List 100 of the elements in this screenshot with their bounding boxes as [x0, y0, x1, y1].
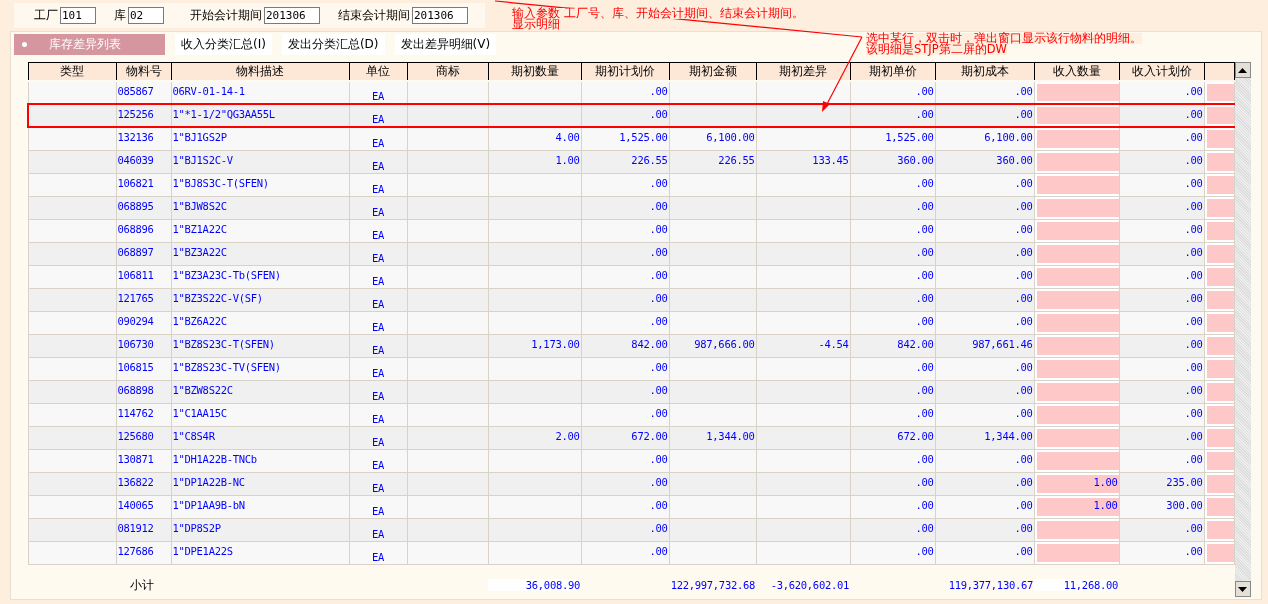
table-row[interactable]: 106821 1"BJ8S3C-T(SFEN) EA .00 .00 .00 .00 — [28, 173, 1234, 196]
field-label: 开始会计期间 — [190, 7, 262, 24]
column-header[interactable]: 期初单价 — [850, 62, 935, 81]
table-row[interactable]: 114762 1"C1AA15C EA .00 .00 .00 .00 — [28, 403, 1234, 426]
column-header[interactable]: 物料号 — [116, 62, 171, 81]
table-cell: 4.00 — [488, 127, 581, 150]
table-cell: 06RV-01-14-1 — [171, 81, 349, 104]
table-cell: 1"BZ6A22C — [171, 311, 349, 334]
field-label: 结束会计期间 — [338, 7, 410, 24]
table-cell: 121765 — [116, 288, 171, 311]
input-field[interactable]: 201306 — [412, 7, 468, 24]
table-cell: 125680 — [116, 426, 171, 449]
table-cell: .00 — [935, 403, 1034, 426]
column-header[interactable]: 期初计划价 — [581, 62, 669, 81]
table-cell: .00 — [1119, 334, 1204, 357]
table-cell: .00 — [1119, 380, 1204, 403]
column-header[interactable]: 收入计划价 — [1119, 62, 1204, 81]
table-cell: .00 — [850, 495, 935, 518]
column-header[interactable]: 商标 — [407, 62, 488, 81]
table-cell: 106821 — [116, 173, 171, 196]
table-row[interactable]: 081912 1"DP8S2P EA .00 .00 .00 .00 — [28, 518, 1234, 541]
table-row[interactable]: 090294 1"BZ6A22C EA .00 .00 .00 .00 — [28, 311, 1234, 334]
column-header[interactable]: 收入数量 — [1034, 62, 1119, 81]
table-cell: 672.00 — [581, 426, 669, 449]
column-header[interactable] — [1204, 62, 1234, 81]
table-row[interactable]: 068897 1"BZ3A22C EA .00 .00 .00 .00 — [28, 242, 1234, 265]
table-cell: .00 — [850, 472, 935, 495]
table-cell: 085867 — [116, 81, 171, 104]
tab[interactable]: 收入分类汇总(I) — [175, 34, 272, 55]
table-row[interactable]: 106730 1"BZ8S23C-T(SFEN) EA 1,173.00 842.00 987,666.00 -4.54 842.00 987,661.46 .00 — [28, 334, 1234, 357]
table-cell: EA — [349, 242, 407, 265]
table-cell: .00 — [581, 288, 669, 311]
table-row[interactable]: 068896 1"BZ1A22C EA .00 .00 .00 .00 — [28, 219, 1234, 242]
table-cell: EA — [349, 311, 407, 334]
column-header[interactable]: 物料描述 — [171, 62, 349, 81]
column-header[interactable]: 期初金额 — [669, 62, 756, 81]
table-cell: .00 — [935, 518, 1034, 541]
table-cell: .00 — [850, 196, 935, 219]
total-value: 11,268.00 — [1034, 579, 1118, 592]
total-value: -3,620,602.01 — [770, 579, 849, 592]
table-row[interactable]: 121765 1"BZ3S22C-V(SF) EA .00 .00 .00 .00 — [28, 288, 1234, 311]
table-cell: 1"C1AA15C — [171, 403, 349, 426]
tab[interactable]: 发出差异明细(V) — [394, 34, 497, 55]
table-row[interactable]: 132136 1"BJ1GS2P EA 4.00 1,525.00 6,100.00 1,525.00 6,100.00 .00 — [28, 127, 1234, 150]
table-cell: 132136 — [116, 127, 171, 150]
table-cell: .00 — [850, 219, 935, 242]
column-header[interactable]: 期初成本 — [935, 62, 1034, 81]
table-cell: 106815 — [116, 357, 171, 380]
table-cell: 106811 — [116, 265, 171, 288]
table-cell: 1,344.00 — [669, 426, 756, 449]
table-cell: .00 — [935, 311, 1034, 334]
bullet-icon — [22, 42, 27, 47]
table-cell: 1"BJ1S2C-V — [171, 150, 349, 173]
table-cell: 1"DPE1A22S — [171, 541, 349, 564]
column-header[interactable]: 期初差异 — [756, 62, 850, 81]
table-cell: 1.00 — [488, 150, 581, 173]
scroll-down-button[interactable] — [1234, 581, 1251, 597]
annotation-text: 该明细是STJP第二屏的DW — [866, 44, 1007, 55]
input-field[interactable]: 02 — [128, 7, 164, 24]
table-cell: .00 — [1119, 541, 1204, 564]
table-row[interactable]: 127686 1"DPE1A22S EA .00 .00 .00 .00 — [28, 541, 1234, 564]
table-cell: .00 — [935, 357, 1034, 380]
table-cell: 081912 — [116, 518, 171, 541]
table-cell: 1"C8S4R — [171, 426, 349, 449]
table-cell: .00 — [581, 495, 669, 518]
tab[interactable]: 发出分类汇总(D) — [281, 34, 385, 55]
input-field[interactable]: 101 — [60, 7, 96, 24]
table-row[interactable]: 125256 1"*1-1/2"QG3AA55L EA .00 .00 .00 .00 — [28, 104, 1234, 127]
table-row[interactable]: 125680 1"C8S4R EA 2.00 672.00 1,344.00 672.00 1,344.00 .00 — [28, 426, 1234, 449]
table-cell: 1"*1-1/2"QG3AA55L — [171, 104, 349, 127]
table-cell: 068895 — [116, 196, 171, 219]
table-row[interactable]: 106811 1"BZ3A23C-Tb(SFEN) EA .00 .00 .00 .00 — [28, 265, 1234, 288]
table-cell: .00 — [581, 219, 669, 242]
input-field[interactable]: 201306 — [264, 7, 320, 24]
table-cell: EA — [349, 472, 407, 495]
table-cell: 226.55 — [669, 150, 756, 173]
table-cell: .00 — [935, 541, 1034, 564]
table-cell: .00 — [1119, 265, 1204, 288]
table-cell: .00 — [850, 242, 935, 265]
down-arrow-icon — [1238, 586, 1247, 592]
table-row[interactable]: 068895 1"BJW8S2C EA .00 .00 .00 .00 — [28, 196, 1234, 219]
table-row[interactable]: 046039 1"BJ1S2C-V EA 1.00 226.55 226.55 133.45 360.00 360.00 .00 — [28, 150, 1234, 173]
column-header[interactable]: 期初数量 — [488, 62, 581, 81]
table-cell: .00 — [581, 311, 669, 334]
table-cell: 1,344.00 — [935, 426, 1034, 449]
column-header[interactable]: 类型 — [28, 62, 116, 81]
table-row[interactable]: 130871 1"DH1A22B-TNCb EA .00 .00 .00 .00 — [28, 449, 1234, 472]
table-cell: .00 — [1119, 196, 1204, 219]
column-header[interactable]: 单位 — [349, 62, 407, 81]
table-row[interactable]: 140065 1"DP1AA9B-bN EA .00 .00 .00 1.00 300.00 — [28, 495, 1234, 518]
table-row[interactable]: 136822 1"DP1A22B-NC EA .00 .00 .00 1.00 235.00 — [28, 472, 1234, 495]
table-cell: EA — [349, 288, 407, 311]
table-cell: .00 — [581, 449, 669, 472]
table-cell: .00 — [581, 472, 669, 495]
table-row[interactable]: 068898 1"BZW8S22C EA .00 .00 .00 .00 — [28, 380, 1234, 403]
table-cell: .00 — [1119, 173, 1204, 196]
total-value: 119,377,130.67 — [948, 579, 1033, 592]
table-cell: 127686 — [116, 541, 171, 564]
table-row[interactable]: 106815 1"BZ8S23C-TV(SFEN) EA .00 .00 .00 .00 — [28, 357, 1234, 380]
table-cell: EA — [349, 127, 407, 150]
